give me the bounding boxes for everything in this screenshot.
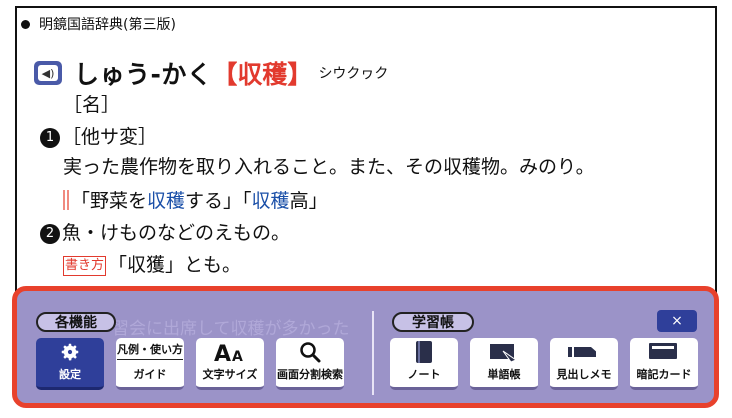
audio-button[interactable]: ◀) bbox=[34, 61, 62, 85]
font-size-icon: AA bbox=[212, 338, 248, 366]
guide-button[interactable]: 凡例・使い方 ガイド bbox=[116, 338, 184, 390]
vocabulary-label: 単語帳 bbox=[487, 368, 521, 381]
writing-note: 書き方 「収獲」とも。 bbox=[63, 254, 242, 276]
sense-number-2: 2 bbox=[40, 224, 60, 244]
example-keyword-2[interactable]: 収穫 bbox=[252, 190, 290, 212]
definition-2: 魚・けものなどのえもの。 bbox=[62, 222, 291, 244]
sense-number-1: 1 bbox=[40, 128, 60, 148]
sense-2: 2 魚・けものなどのえもの。 bbox=[40, 218, 290, 245]
bullet-icon bbox=[21, 19, 30, 29]
split-search-button[interactable]: 画面分割検索 bbox=[276, 338, 344, 390]
writing-label: 書き方 bbox=[63, 256, 107, 276]
font-size-button[interactable]: AA 文字サイズ bbox=[196, 338, 264, 390]
svg-text:A: A bbox=[214, 342, 231, 363]
close-button[interactable]: × bbox=[657, 310, 697, 332]
definition-1: 実った農作物を取り入れること。また、その収穫物。みのり。 bbox=[63, 156, 595, 178]
font-size-label: 文字サイズ bbox=[202, 368, 258, 381]
split-search-label: 画面分割検索 bbox=[277, 368, 343, 381]
example-1: 「野菜を収穫する」「収穫高」 bbox=[63, 186, 328, 213]
function-toolbar: 習会に出席して収穫が多かった 各機能 学習帳 × 設定 凡例・使い方 ガイド A… bbox=[12, 286, 719, 408]
gear-icon bbox=[59, 338, 81, 366]
kana-reading: シウクヮク bbox=[318, 66, 389, 82]
toolbar-divider bbox=[372, 311, 374, 395]
vocabulary-button[interactable]: 単語帳 bbox=[470, 338, 538, 390]
notebook-button[interactable]: ノート bbox=[390, 338, 458, 390]
dictionary-source: 明鏡国語辞典(第三版) bbox=[21, 14, 176, 34]
guide-label: ガイド bbox=[133, 368, 167, 381]
headword-memo-button[interactable]: 見出しメモ bbox=[550, 338, 618, 390]
group-label-study: 学習帳 bbox=[392, 312, 474, 332]
close-icon: × bbox=[671, 313, 683, 329]
flashcard-button[interactable]: 暗記カード bbox=[630, 338, 698, 390]
speaker-icon: ◀) bbox=[38, 65, 58, 81]
search-icon bbox=[298, 338, 322, 366]
group-label-functions: 各機能 bbox=[36, 312, 116, 332]
headword: しゅう-かく bbox=[74, 60, 213, 89]
sense-1-tag: ［他サ変］ bbox=[62, 126, 158, 148]
sense-1: 1 ［他サ変］ bbox=[40, 122, 157, 149]
notebook-label: ノート bbox=[407, 368, 441, 381]
part-of-speech: ［名］ bbox=[63, 94, 121, 116]
guide-icon: 凡例・使い方 bbox=[117, 338, 183, 366]
headword-kanji: 【収穫】 bbox=[212, 60, 313, 89]
headword-memo-icon bbox=[567, 338, 601, 366]
settings-button[interactable]: 設定 bbox=[36, 338, 104, 390]
svg-text:A: A bbox=[232, 349, 243, 363]
flashcard-label: 暗記カード bbox=[636, 368, 692, 381]
vocabulary-card-icon bbox=[489, 338, 519, 366]
settings-label: 設定 bbox=[59, 368, 81, 381]
headword-row: ◀) しゅう-かく 【収穫】 シウクヮク bbox=[34, 55, 388, 91]
background-text: 習会に出席して収穫が多かった bbox=[112, 319, 350, 339]
example-keyword-1[interactable]: 収穫 bbox=[147, 190, 185, 212]
example-marker-icon bbox=[63, 190, 69, 210]
flashcard-icon bbox=[648, 338, 680, 366]
source-label: 明鏡国語辞典(第三版) bbox=[39, 17, 176, 33]
headword-memo-label: 見出しメモ bbox=[556, 368, 612, 381]
notebook-icon bbox=[415, 338, 433, 366]
